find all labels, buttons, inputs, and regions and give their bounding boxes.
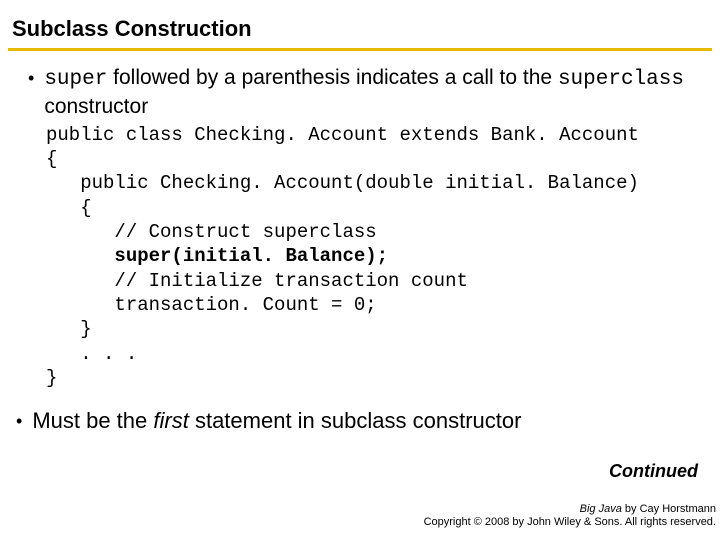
code-line-10: . . . [46, 343, 137, 365]
slide-content: • super followed by a parenthesis indica… [0, 51, 720, 434]
bullet-2-italic: first [153, 408, 188, 433]
code-line-5: // Construct superclass [46, 221, 377, 243]
bullet-1-text: super followed by a parenthesis indicate… [44, 65, 710, 121]
credits-copyright: Copyright © 2008 by John Wiley & Sons. A… [424, 516, 716, 530]
code-line-1: public class Checking. Account extends B… [46, 124, 639, 146]
continued-label: Continued [609, 461, 698, 482]
bullet-1-code-1: super [44, 68, 107, 91]
bullet-2-part-1: Must be the [32, 408, 153, 433]
bullet-2-text: Must be the first statement in subclass … [32, 408, 521, 434]
bullet-dot-icon: • [28, 69, 34, 87]
credits-line-1: Big Java by Cay Horstmann [424, 503, 716, 517]
code-block: public class Checking. Account extends B… [46, 123, 710, 390]
code-line-4: { [46, 197, 92, 219]
bullet-item-2: • Must be the first statement in subclas… [16, 408, 710, 434]
code-line-7: // Initialize transaction count [46, 270, 468, 292]
code-line-9: } [46, 318, 92, 340]
code-line-8: transaction. Count = 0; [46, 294, 377, 316]
bullet-dot-icon: • [16, 411, 22, 432]
bullet-item-1: • super followed by a parenthesis indica… [28, 65, 710, 121]
credits-block: Big Java by Cay Horstmann Copyright © 20… [424, 503, 716, 531]
credits-book-title: Big Java [580, 503, 622, 515]
code-line-2: { [46, 148, 57, 170]
bullet-1-code-2: superclass [558, 68, 684, 91]
slide-title: Subclass Construction [12, 16, 708, 42]
code-line-11: } [46, 367, 57, 389]
bullet-1-part-2: constructor [44, 95, 148, 118]
slide-header: Subclass Construction [0, 0, 720, 46]
bullet-2-part-2: statement in subclass constructor [189, 408, 522, 433]
code-line-6: super(initial. Balance); [46, 245, 388, 267]
bullet-1-part-1: followed by a parenthesis indicates a ca… [107, 66, 558, 89]
code-line-3: public Checking. Account(double initial.… [46, 172, 639, 194]
credits-by: by Cay Horstmann [622, 503, 716, 515]
